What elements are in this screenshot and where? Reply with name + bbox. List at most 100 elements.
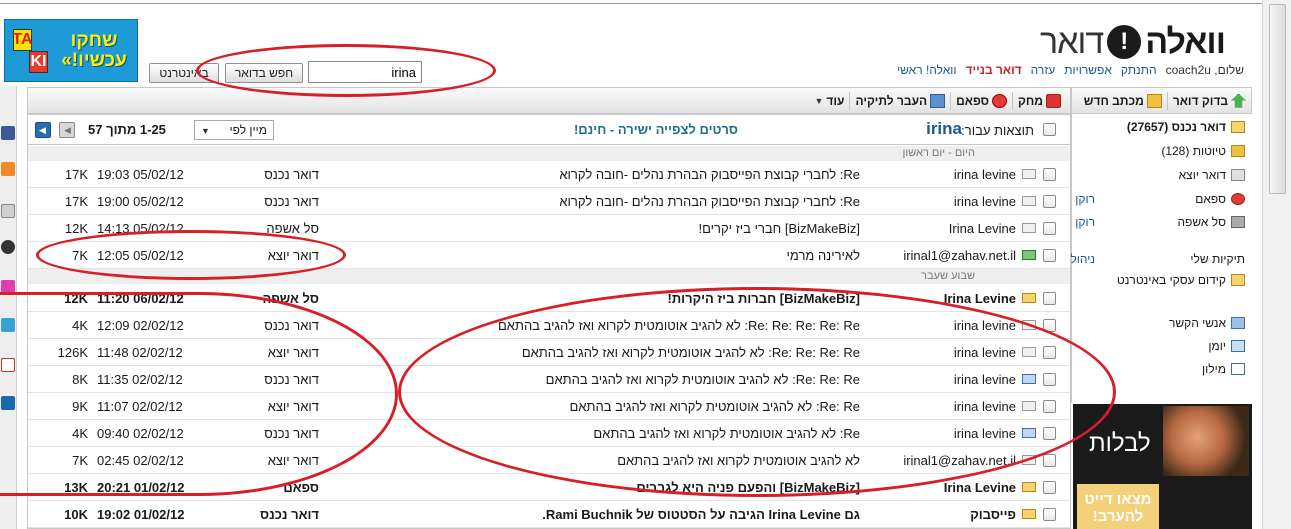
- folder-sent[interactable]: דואר יוצא: [1179, 165, 1245, 185]
- page-range: 1-25 מתוך 57: [88, 122, 166, 137]
- move-to-folder-button[interactable]: העבר לתיקיה: [850, 90, 950, 112]
- tool-calendar[interactable]: יומן: [1208, 336, 1245, 356]
- options-link[interactable]: אפשרויות: [1064, 63, 1112, 77]
- check-mail-button[interactable]: בדוק דואר: [1168, 90, 1251, 112]
- taki-game-ad[interactable]: שחקו עכשיו!» TA KI: [4, 19, 138, 82]
- select-all-checkbox[interactable]: [1043, 123, 1056, 136]
- logo-exclamation-icon: !: [1107, 25, 1142, 59]
- my-folders-header: תיקיות שליניהול תיקיות: [1034, 249, 1245, 269]
- facebook-icon[interactable]: [1, 126, 15, 140]
- message-subject[interactable]: [BizMakeBiz] חברי ביז יקרים!: [698, 221, 860, 236]
- results-term: irina: [926, 119, 962, 138]
- webmail-page: וואלה ! דואר שלום, coach2u התנתק אפשרויו…: [0, 0, 1291, 529]
- message-sender[interactable]: irina levine: [954, 167, 1016, 182]
- delete-icon: [1046, 93, 1061, 108]
- move-icon: [930, 93, 946, 108]
- annotation-circle-dates: [0, 292, 398, 496]
- prev-page-button[interactable]: ◀: [59, 122, 75, 138]
- more-menu-button[interactable]: עוד ▼: [810, 90, 850, 112]
- sports-icon[interactable]: [1, 240, 15, 254]
- row-checkbox[interactable]: [1043, 249, 1056, 262]
- sort-select[interactable]: מיין לפי ▼: [194, 120, 274, 140]
- delete-button[interactable]: מחק: [1013, 90, 1066, 112]
- games-icon[interactable]: [1, 162, 15, 176]
- toolbar-separator: [950, 91, 952, 110]
- message-date: 19:02 01/02/12: [97, 507, 185, 522]
- dictionary-icon: [1231, 363, 1245, 375]
- annotation-circle-subjects: [398, 287, 1116, 497]
- help-link[interactable]: עזרה: [1031, 63, 1056, 77]
- folder-spam[interactable]: ספאם רוקן: [1075, 189, 1245, 209]
- message-sender[interactable]: irinal1@zahav.net.il: [903, 248, 1016, 263]
- sent-icon: [1231, 169, 1245, 181]
- annotation-circle-search: [196, 44, 496, 97]
- row-checkbox[interactable]: [1043, 292, 1056, 305]
- top-border: [0, 0, 1262, 4]
- promo-link[interactable]: סרטים לצפייה ישירה - חינם!: [574, 122, 738, 137]
- news-icon[interactable]: [1, 204, 15, 218]
- compose-button[interactable]: מכתב חדש: [1079, 90, 1167, 112]
- row-checkbox[interactable]: [1043, 195, 1056, 208]
- tool-dictionary[interactable]: מילון: [1202, 359, 1245, 379]
- tool-contacts[interactable]: אנשי הקשר: [1169, 313, 1245, 333]
- user-greeting: שלום, coach2u: [1165, 63, 1244, 77]
- row-checkbox[interactable]: [1043, 508, 1056, 521]
- folder-business-promo[interactable]: קידום עסקי באינטרנט: [1117, 270, 1245, 290]
- folder-trash[interactable]: סל אשפה רוקן: [1075, 212, 1245, 232]
- walla-mail-logo[interactable]: וואלה ! דואר: [1040, 22, 1226, 62]
- envelope-icon: [1022, 196, 1036, 206]
- message-subject[interactable]: לאירינה מרמי: [787, 248, 860, 263]
- folder-inbox[interactable]: דואר נכנס (27657): [1127, 117, 1245, 137]
- folder-toolbar: בדוק דואר מכתב חדש: [1071, 87, 1252, 114]
- spam-button[interactable]: ספאם: [951, 90, 1012, 112]
- check-mail-icon: [1231, 93, 1246, 108]
- mobile-mail-link[interactable]: דואר בנייד: [966, 63, 1022, 77]
- ad-cta[interactable]: מצאו דייט להערב!: [1077, 484, 1159, 529]
- row-checkbox[interactable]: [1043, 168, 1056, 181]
- walla-home-link[interactable]: וואלה! ראשי: [897, 63, 957, 77]
- logo-mail-word: דואר: [1040, 22, 1104, 61]
- message-sender[interactable]: Irina Levine: [944, 480, 1016, 495]
- message-sender[interactable]: Irina Levine: [949, 221, 1016, 236]
- vertical-scrollbar[interactable]: [1262, 0, 1291, 529]
- message-subject[interactable]: Re: לחברי קבוצת הפייסבוק הבהרת נהלים -חו…: [559, 194, 860, 209]
- message-sender[interactable]: פייסבוק: [970, 507, 1016, 522]
- empty-trash-link[interactable]: רוקן: [1075, 215, 1095, 229]
- taki-ad-text: שחקו עכשיו!»: [61, 29, 127, 71]
- taki-block-ki: KI: [29, 51, 48, 73]
- folder-icon: [1231, 274, 1245, 286]
- message-row[interactable]: irina levine Re: לחברי קבוצת הפייסבוק הבה…: [28, 188, 1070, 215]
- ad-photo: [1163, 406, 1249, 476]
- message-subject[interactable]: גם Irina Levine הגיבה על הסטטוס של Rami …: [542, 507, 860, 522]
- message-size: 12K: [64, 221, 88, 236]
- envelope-icon: [1022, 223, 1036, 233]
- row-checkbox[interactable]: [1043, 454, 1056, 467]
- message-subject[interactable]: Re: לחברי קבוצת הפייסבוק הבהרת נהלים -חו…: [559, 167, 860, 182]
- message-row[interactable]: irina levine Re: לחברי קבוצת הפייסבוק הבה…: [28, 161, 1070, 188]
- top-links: שלום, coach2u התנתק אפשרויות עזרה דואר ב…: [897, 63, 1244, 77]
- envelope-icon: [1022, 169, 1036, 179]
- calendar-icon: [1231, 340, 1245, 352]
- inbox-icon: [1231, 121, 1245, 133]
- taki-logo-icon: TA KI: [11, 27, 51, 75]
- toolbar-separator: [849, 91, 851, 110]
- message-folder: דואר נכנס: [264, 167, 319, 182]
- message-folder: דואר נכנס: [260, 507, 319, 522]
- message-size: 17K: [64, 194, 88, 209]
- next-page-button[interactable]: ◀: [35, 122, 51, 138]
- logo-word: וואלה: [1145, 22, 1226, 61]
- message-sender[interactable]: irina levine: [954, 194, 1016, 209]
- logout-link[interactable]: התנתק: [1121, 63, 1157, 77]
- message-row[interactable]: פייסבוק גם Irina Levine הגיבה על הסטטוס ש…: [28, 501, 1070, 528]
- row-checkbox[interactable]: [1043, 481, 1056, 494]
- message-toolbar: מחק ספאם העבר לתיקיה עוד ▼: [27, 87, 1071, 114]
- empty-spam-link[interactable]: רוקן: [1075, 192, 1095, 206]
- toolbar-separator: [1012, 91, 1014, 110]
- trash-icon: [1231, 216, 1245, 228]
- scrollbar-thumb[interactable]: [1269, 4, 1286, 194]
- folder-drafts[interactable]: טיוטות (128): [1161, 141, 1245, 161]
- message-date: 19:00 05/02/12: [97, 194, 184, 209]
- chevron-down-icon: ▼: [201, 126, 210, 136]
- row-checkbox[interactable]: [1043, 222, 1056, 235]
- taki-block-ta: TA: [12, 29, 33, 51]
